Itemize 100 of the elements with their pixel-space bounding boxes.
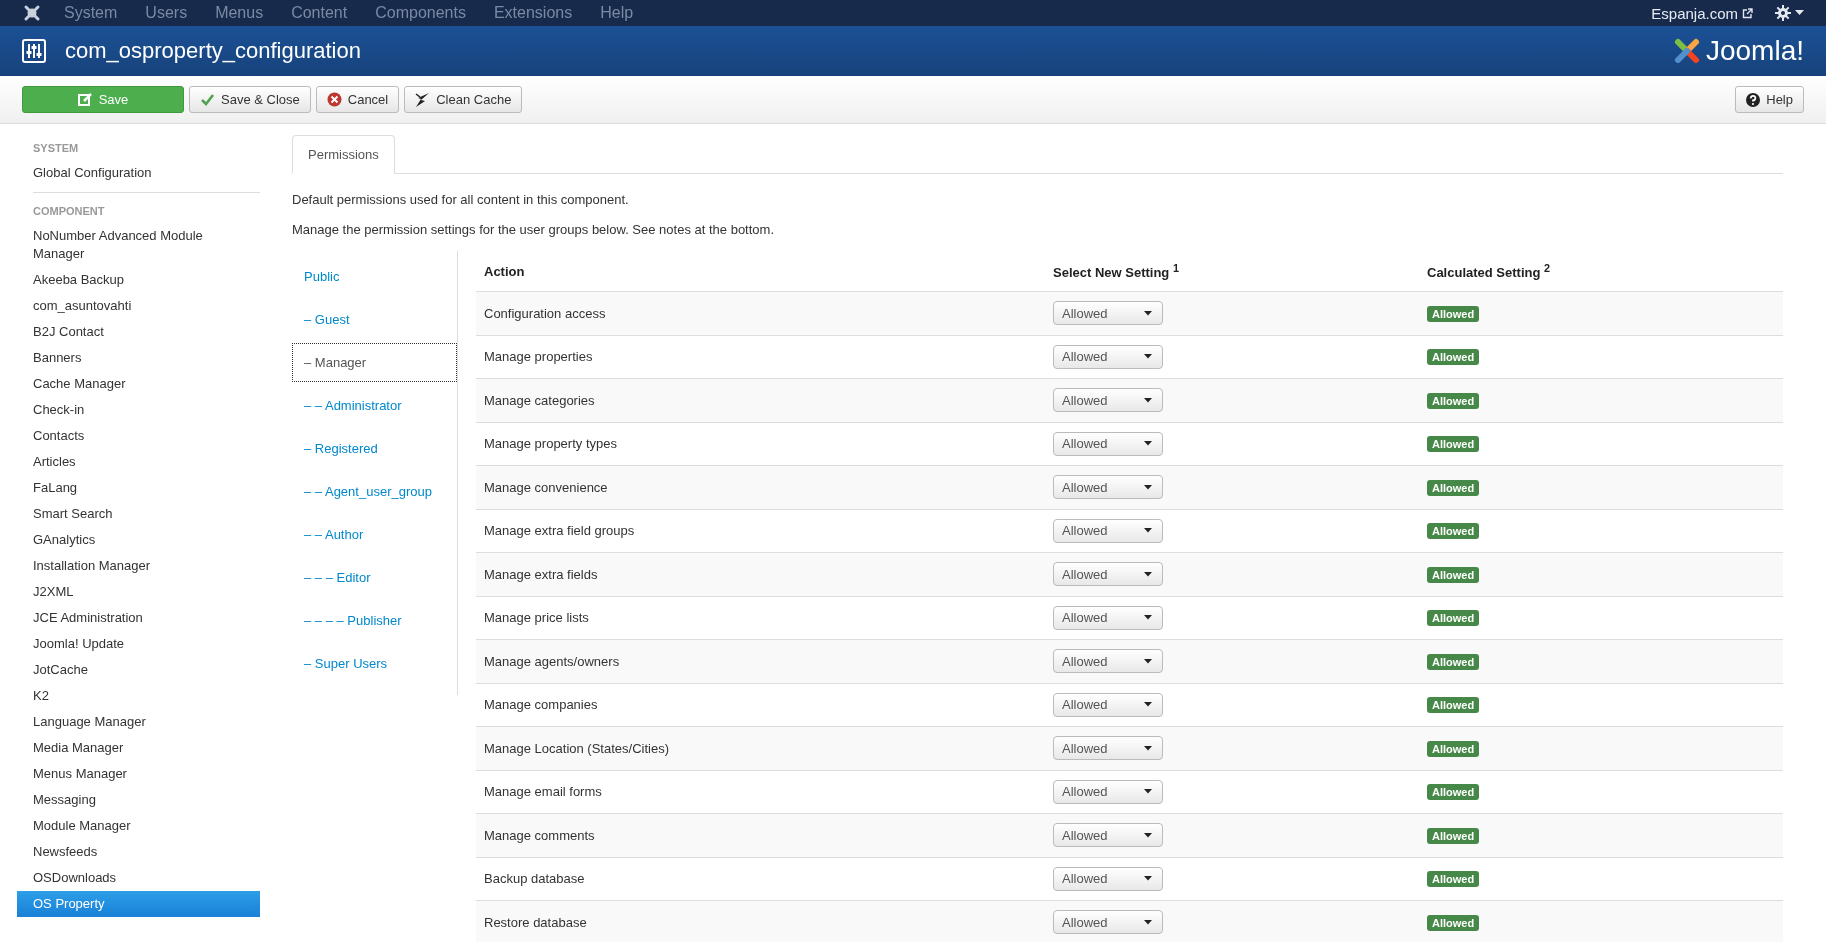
status-badge: Allowed [1427, 392, 1480, 409]
sidebar-item[interactable]: Akeeba Backup [17, 267, 260, 293]
group-tab[interactable]: – – Author [292, 515, 457, 554]
section-heading: SYSTEM [32, 141, 80, 156]
sidebar-item[interactable]: JotCache [17, 657, 260, 683]
sidebar-item[interactable]: Contacts [17, 423, 260, 449]
column-header: Action [483, 263, 526, 279]
sidebar-item[interactable]: Articles [17, 449, 260, 475]
dropdown[interactable]: Allowed [1053, 910, 1163, 935]
cancel-icon [326, 92, 342, 107]
sidebar-item[interactable]: Joomla! Update [17, 631, 260, 657]
table-cell: Restore database [484, 914, 587, 930]
caret-icon [1144, 441, 1152, 447]
dropdown[interactable]: Allowed [1053, 518, 1163, 543]
sidebar-item[interactable]: Newsfeeds [17, 839, 260, 865]
status-badge: Allowed [1427, 653, 1480, 670]
table-cell: Manage email forms [484, 784, 602, 800]
description-text: Default permissions used for all content in this component. [292, 192, 630, 207]
dropdown[interactable]: Allowed [1053, 823, 1163, 848]
sidebar-item[interactable]: Installation Manager [17, 553, 260, 579]
caret-icon [1144, 658, 1152, 664]
description-text: Manage the permission settings for the user groups below. See notes at the bottom. [292, 222, 775, 237]
status-badge: Allowed [1427, 740, 1480, 757]
table-cell: Manage agents/owners [484, 653, 620, 669]
save-close-button[interactable]: Save & Close [189, 86, 311, 113]
logo-text: Joomla! [1705, 35, 1804, 67]
sidebar-item[interactable]: Language Manager [17, 709, 260, 735]
dropdown[interactable]: Allowed [1053, 866, 1163, 891]
table-cell: Manage companies [484, 697, 598, 713]
sidebar-item[interactable]: K2 [17, 683, 260, 709]
menu-item[interactable]: System [64, 4, 118, 22]
sidebar-item[interactable]: GAnalytics [17, 527, 260, 553]
table-cell: Manage categories [484, 392, 595, 408]
status-badge: Allowed [1427, 436, 1480, 453]
status-badge: Allowed [1427, 784, 1480, 801]
sidebar-item[interactable]: NoNumber Advanced Module Manager [17, 223, 260, 267]
dropdown[interactable]: Allowed [1053, 692, 1163, 717]
sidebar-item[interactable]: Cache Manager [17, 371, 260, 397]
group-tab[interactable]: – Registered [292, 429, 457, 468]
table-cell: Manage comments [484, 827, 595, 843]
group-tab[interactable]: – – Agent_user_group [292, 472, 457, 511]
table-cell: Manage extra field groups [484, 523, 635, 539]
menu-item[interactable]: Components [375, 4, 466, 22]
dropdown[interactable]: Allowed [1053, 431, 1163, 456]
sidebar-item[interactable]: B2J Contact [17, 319, 260, 345]
dropdown[interactable]: Allowed [1053, 301, 1163, 326]
sidebar-item[interactable]: Global Configuration [17, 160, 260, 186]
sidebar-item[interactable]: Smart Search [17, 501, 260, 527]
sidebar-item[interactable]: JCE Administration [17, 605, 260, 631]
sidebar-item[interactable]: J2XML [17, 579, 260, 605]
group-tab[interactable]: – Manager [292, 343, 457, 382]
check-icon [200, 92, 215, 107]
caret-icon [1144, 571, 1152, 577]
settings-icon [1775, 5, 1791, 21]
dropdown[interactable]: Allowed [1053, 649, 1163, 674]
menu-item[interactable]: Menus [215, 4, 264, 22]
group-tab[interactable]: – Super Users [292, 644, 457, 683]
menu-item[interactable]: Help [600, 4, 634, 22]
group-tab[interactable]: – – – Editor [292, 558, 457, 597]
status-badge: Allowed [1427, 305, 1480, 322]
dropdown[interactable]: Allowed [1053, 562, 1163, 587]
caret-icon [1144, 745, 1152, 751]
group-tab[interactable]: – Guest [292, 300, 457, 339]
dropdown[interactable]: Allowed [1053, 736, 1163, 761]
site-link[interactable]: Espanja.com [1651, 4, 1738, 22]
edit-icon [77, 92, 93, 107]
menu-item[interactable]: Extensions [493, 4, 573, 22]
sidebar-item[interactable]: Menus Manager [17, 761, 260, 787]
sidebar-item[interactable]: com_asuntovahti [17, 293, 260, 319]
table-cell: Manage property types [484, 436, 617, 452]
dropdown[interactable]: Allowed [1053, 605, 1163, 630]
dropdown[interactable]: Allowed [1053, 344, 1163, 369]
dropdown[interactable]: Allowed [1053, 388, 1163, 413]
dropdown[interactable]: Allowed [1053, 475, 1163, 500]
menu-item[interactable]: Content [291, 4, 348, 22]
cancel-button[interactable]: Cancel [315, 86, 400, 113]
help-button[interactable]: Help [1735, 86, 1804, 113]
tab[interactable]: Permissions [292, 135, 395, 174]
caret-icon [1144, 397, 1152, 403]
group-tab[interactable]: – – – – Publisher [292, 601, 457, 640]
settings-button[interactable] [1775, 5, 1804, 21]
sidebar-item[interactable]: FaLang [17, 475, 260, 501]
help-icon [1746, 92, 1761, 107]
status-badge: Allowed [1427, 349, 1480, 366]
clean-cache-button[interactable]: Clean Cache [404, 86, 523, 113]
sidebar-item[interactable]: Check-in [17, 397, 260, 423]
sidebar-item[interactable]: Messaging [17, 787, 260, 813]
sidebar-item[interactable]: OSDownloads [17, 865, 260, 891]
sidebar-item[interactable]: Module Manager [17, 813, 260, 839]
sidebar-item[interactable]: Media Manager [17, 735, 260, 761]
group-tab[interactable]: – – Administrator [292, 386, 457, 425]
caret-icon [1144, 354, 1152, 360]
sidebar-item[interactable]: Banners [17, 345, 260, 371]
menu-item[interactable]: Users [145, 4, 188, 22]
caret-icon [1144, 919, 1152, 925]
group-tab[interactable]: Public [292, 257, 457, 296]
caret-icon [1144, 310, 1152, 316]
caret-icon [1144, 615, 1152, 621]
dropdown[interactable]: Allowed [1053, 779, 1163, 804]
caret-icon [1795, 10, 1804, 16]
